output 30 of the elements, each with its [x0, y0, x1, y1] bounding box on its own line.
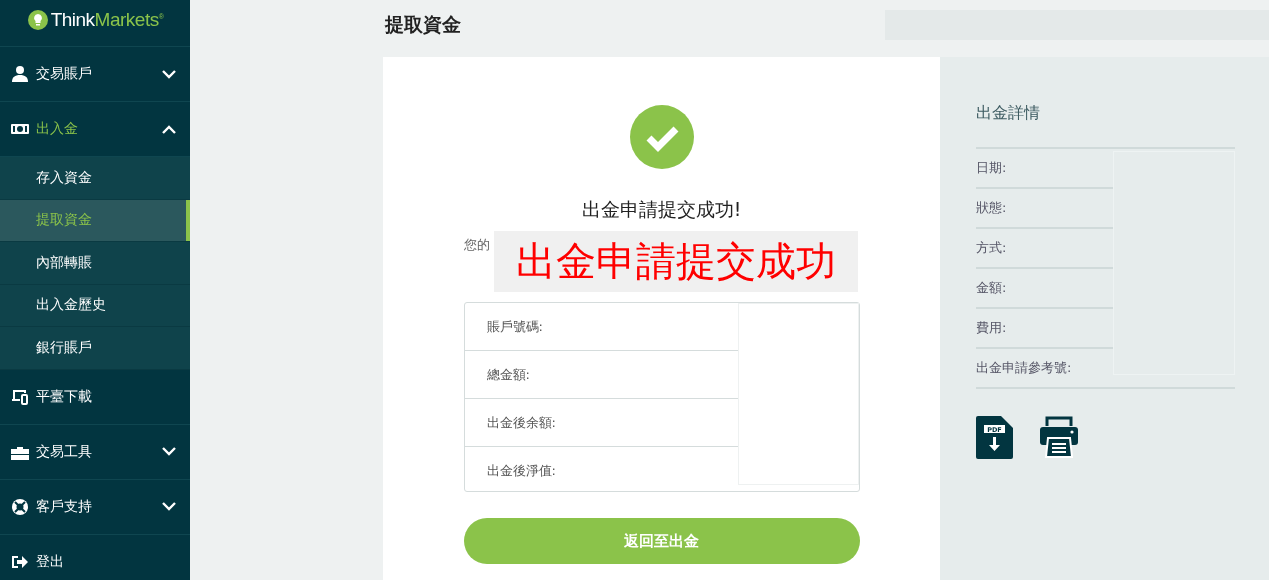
- summary-label: 總金額:: [464, 351, 738, 399]
- bulb-logo-icon: [26, 9, 49, 31]
- chevron-up-icon[interactable]: [162, 124, 176, 134]
- lifebuoy-icon: [11, 497, 29, 516]
- page-title: 提取資金: [385, 12, 462, 37]
- success-title: 出金申請提交成功!: [581, 197, 742, 222]
- notice-text: 您的: [463, 236, 490, 254]
- summary-label: 出金後余額:: [464, 399, 738, 447]
- printer-icon[interactable]: [1039, 416, 1079, 458]
- logo-wordmark: ThinkMarkets$^{®}$: [50, 9, 164, 31]
- nav-item[interactable]: 交易工具: [0, 424, 190, 480]
- check-circle-icon: [629, 105, 694, 169]
- nav-item[interactable]: 登出: [0, 534, 190, 580]
- summary-label: 賬戶號碼:: [464, 303, 738, 351]
- caption-overlay: 出金申請提交成功: [493, 231, 858, 292]
- nav-item[interactable]: 交易賬戶: [0, 47, 190, 102]
- submenu-item[interactable]: 存入資金: [0, 157, 190, 200]
- nav-item[interactable]: 平臺下載: [0, 369, 190, 425]
- details-title: 出金詳情: [976, 103, 1235, 149]
- devices-icon: [11, 387, 29, 406]
- chevron-down-icon[interactable]: [162, 69, 176, 79]
- nav-item[interactable]: 客戶支持: [0, 479, 190, 535]
- submenu-item[interactable]: 內部轉賬: [0, 242, 190, 285]
- chevron-down-icon[interactable]: [162, 502, 176, 511]
- submenu-item[interactable]: 提取資金: [0, 199, 190, 242]
- summary-label: 出金後淨值:: [485, 461, 557, 480]
- submenu-item[interactable]: 出入金歷史: [0, 284, 190, 327]
- chevron-down-icon[interactable]: [162, 447, 176, 456]
- submenu-item[interactable]: 銀行賬戶: [0, 327, 190, 370]
- person-icon: [11, 65, 29, 83]
